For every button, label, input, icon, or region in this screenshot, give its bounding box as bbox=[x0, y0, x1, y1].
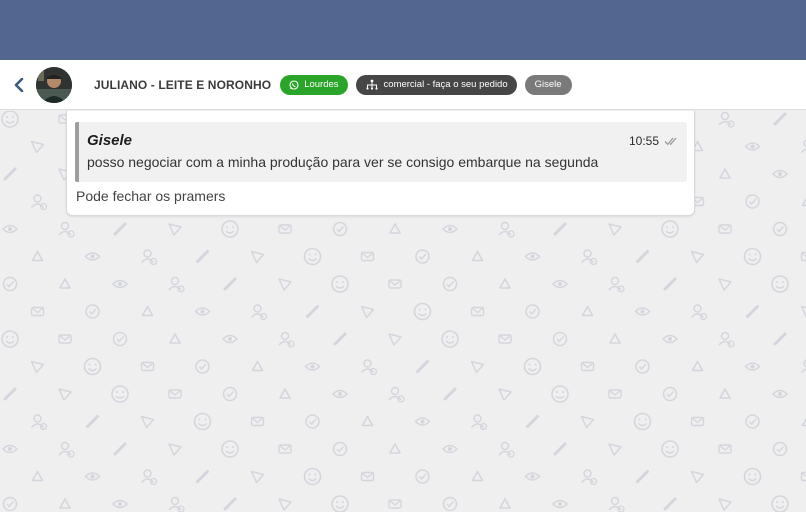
queue-tag: comercial - faça o seu pedido bbox=[355, 74, 517, 95]
chat-header: JULIANO - LEITE E NORONHO Lourdes comerc… bbox=[0, 60, 806, 110]
quoted-text: posso negociar com a minha produção para… bbox=[87, 154, 599, 170]
avatar[interactable] bbox=[36, 66, 72, 103]
quoted-time: 10:55 bbox=[628, 134, 659, 148]
back-button[interactable] bbox=[8, 74, 30, 96]
chevron-left-icon bbox=[14, 77, 24, 92]
whatsapp-tag-label: Lourdes bbox=[304, 79, 339, 90]
double-check-icon bbox=[664, 137, 677, 146]
message-text: Pode fechar os pramers bbox=[76, 188, 226, 204]
whatsapp-icon bbox=[289, 79, 299, 90]
queue-tag-label: comercial - faça o seu pedido bbox=[383, 79, 508, 90]
quoted-author: Gisele bbox=[87, 132, 133, 149]
quoted-message[interactable]: Gisele 10:55 posso negociar com a minha … bbox=[75, 122, 687, 182]
contact-name: JULIANO - LEITE E NORONHO bbox=[94, 77, 272, 92]
top-bar bbox=[0, 0, 806, 60]
user-tag: Gisele bbox=[524, 74, 572, 95]
whatsapp-connection-tag: Lourdes bbox=[280, 74, 348, 95]
message-bubble[interactable]: Gisele 10:55 posso negociar com a minha … bbox=[66, 111, 695, 216]
network-icon bbox=[365, 79, 378, 90]
